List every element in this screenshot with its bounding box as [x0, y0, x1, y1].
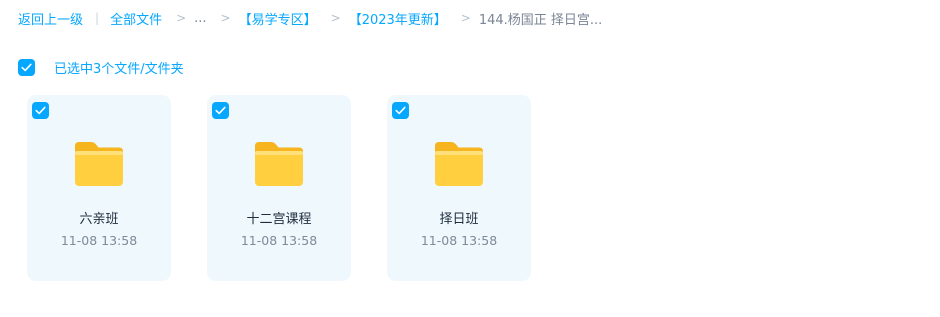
- folder-icon: [435, 142, 483, 186]
- breadcrumb-current: 144.杨国正 择日宫...: [478, 12, 603, 28]
- breadcrumb-divider: |: [95, 11, 100, 25]
- file-browser: 返回上一级 | 全部文件 > ... > 【易学专区】 > 【2023年更新】 …: [0, 0, 940, 317]
- folder-card[interactable]: 择日班 11-08 13:58: [387, 95, 531, 281]
- chevron-right-icon: >: [220, 11, 231, 25]
- item-name: 择日班: [439, 212, 479, 227]
- item-name: 六亲班: [79, 212, 119, 227]
- chevron-right-icon: >: [460, 11, 471, 25]
- item-checkbox[interactable]: [32, 102, 49, 119]
- folder-card[interactable]: 十二宫课程 11-08 13:58: [207, 95, 351, 281]
- item-name: 十二宫课程: [246, 212, 312, 227]
- check-icon: [395, 106, 406, 115]
- item-time: 11-08 13:58: [240, 233, 318, 248]
- chevron-right-icon: >: [330, 11, 341, 25]
- folder-card[interactable]: 六亲班 11-08 13:58: [27, 95, 171, 281]
- item-checkbox[interactable]: [212, 102, 229, 119]
- check-icon: [35, 106, 46, 115]
- check-icon: [215, 106, 226, 115]
- back-link[interactable]: 返回上一级: [18, 9, 83, 28]
- breadcrumb-item-yixue[interactable]: 【易学专区】: [239, 9, 317, 28]
- selection-count-label: 已选中3个文件/文件夹: [54, 62, 184, 77]
- breadcrumb-ellipsis[interactable]: ...: [194, 11, 206, 26]
- item-time: 11-08 13:58: [60, 233, 138, 248]
- item-time: 11-08 13:58: [420, 233, 498, 248]
- chevron-right-icon: >: [176, 11, 187, 25]
- select-all-row: 已选中3个文件/文件夹: [18, 58, 184, 77]
- breadcrumb-item-2023[interactable]: 【2023年更新】: [349, 9, 447, 28]
- folder-icon: [255, 142, 303, 186]
- breadcrumb: 返回上一级 | 全部文件 > ... > 【易学专区】 > 【2023年更新】 …: [18, 8, 602, 28]
- select-all-checkbox[interactable]: [18, 59, 35, 76]
- folder-icon: [75, 142, 123, 186]
- check-icon: [21, 63, 32, 72]
- item-checkbox[interactable]: [392, 102, 409, 119]
- all-files-link[interactable]: 全部文件: [110, 9, 162, 28]
